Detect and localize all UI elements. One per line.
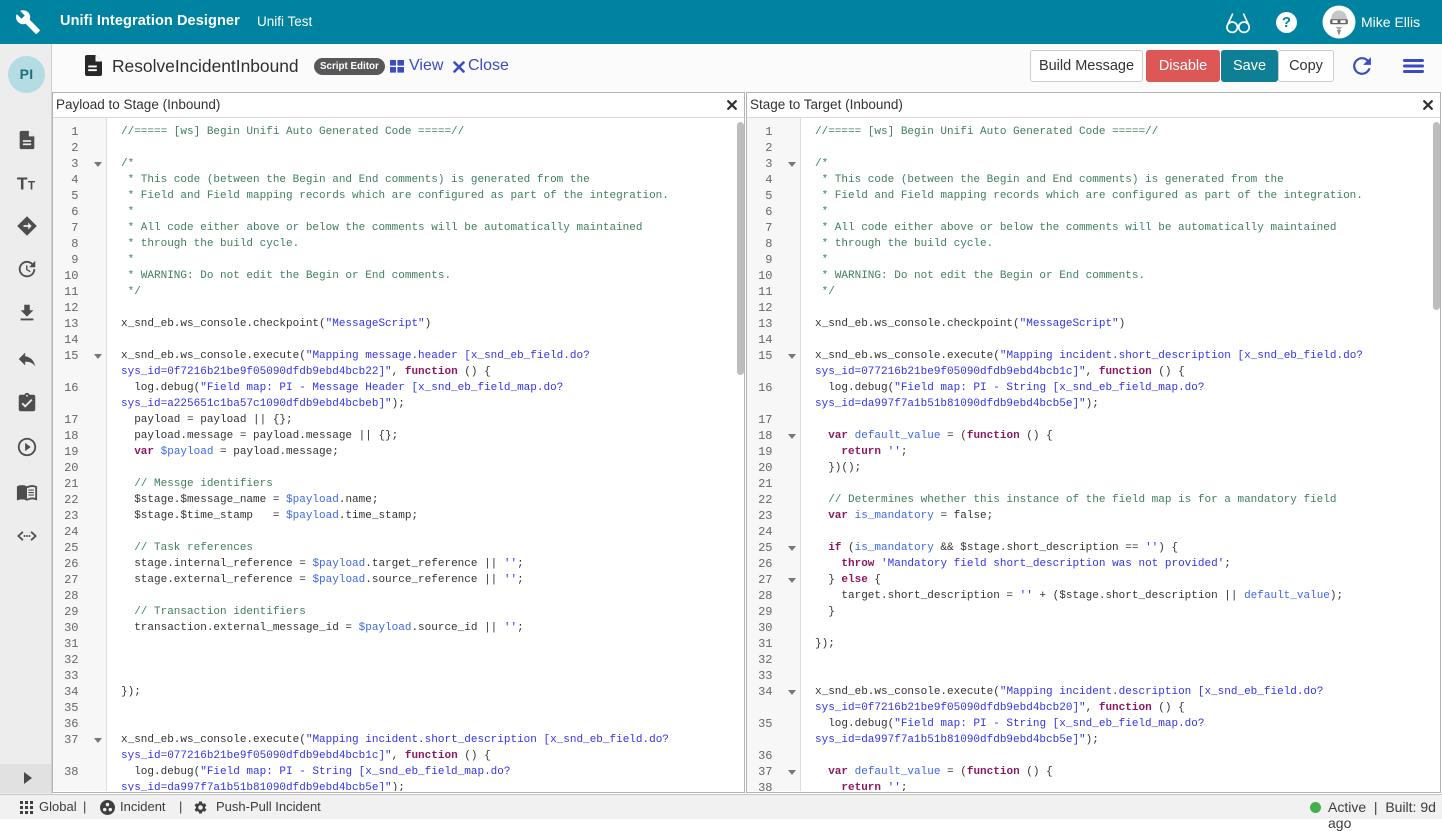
svg-text:T: T	[28, 178, 36, 192]
svg-text:T: T	[17, 173, 28, 193]
